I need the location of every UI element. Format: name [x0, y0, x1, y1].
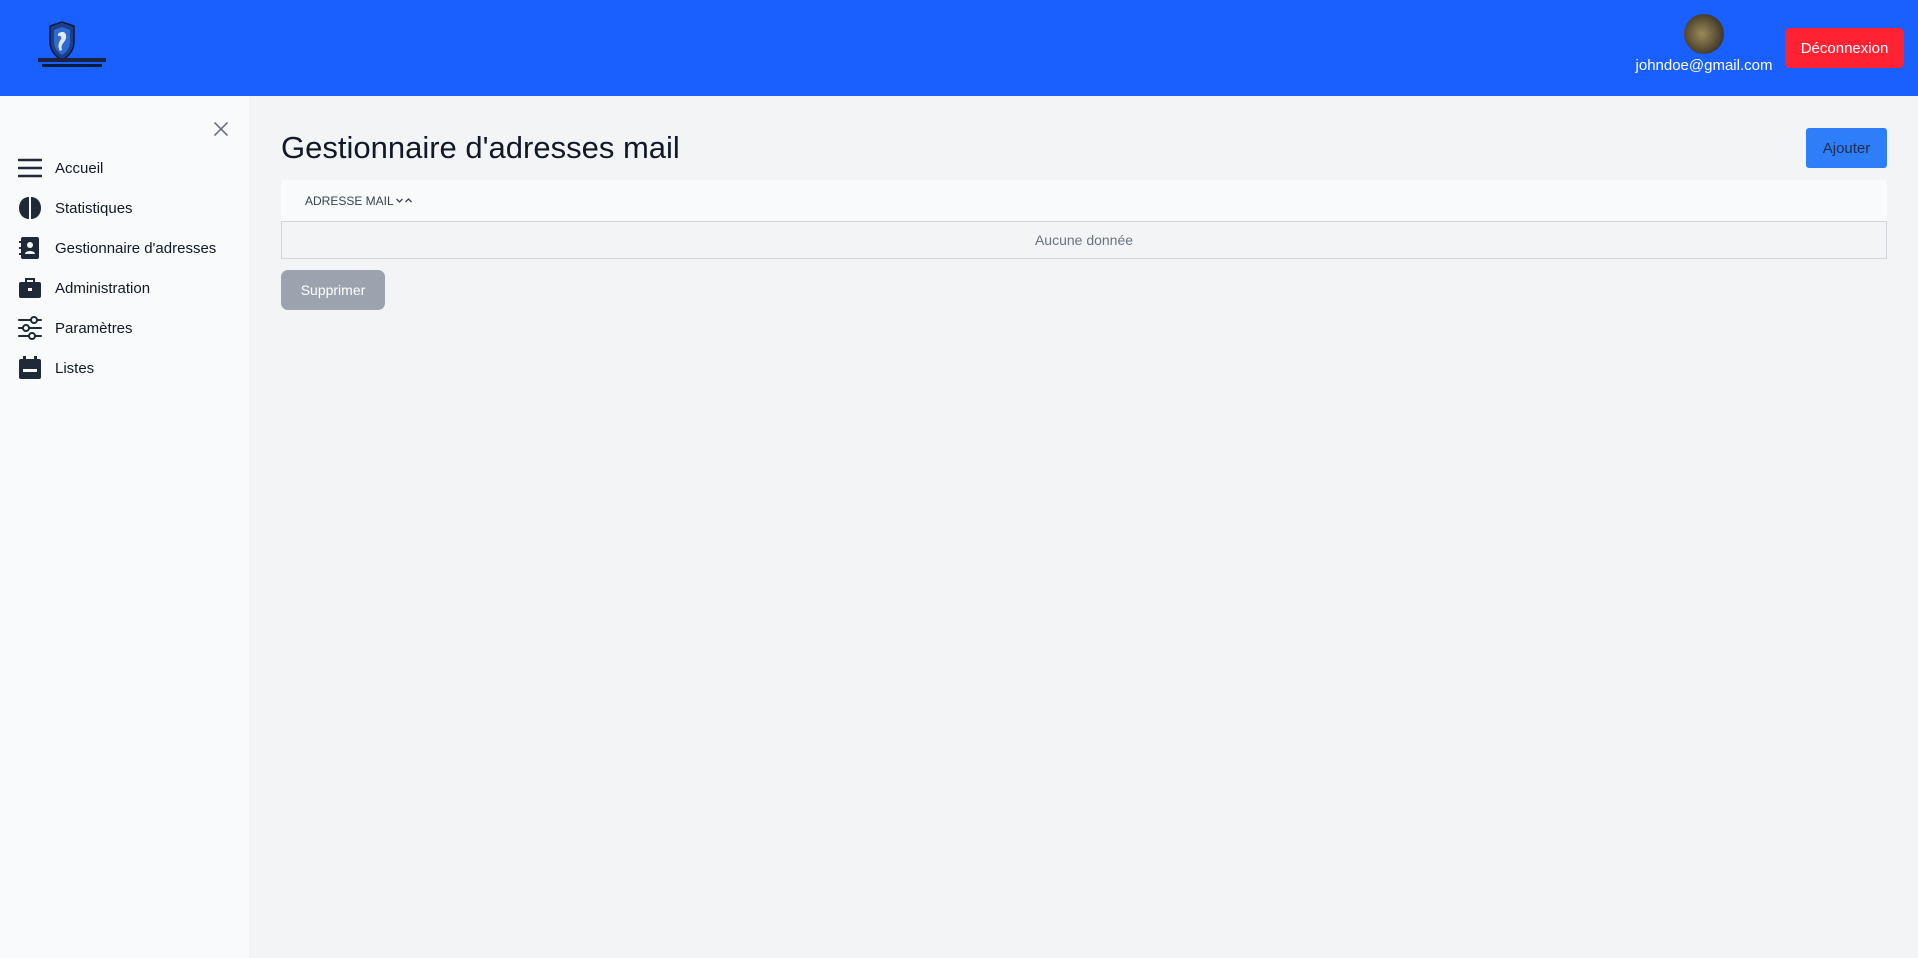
- sidebar-item-label: Listes: [55, 359, 95, 377]
- sidebar-item-administration[interactable]: Administration: [0, 268, 249, 308]
- sidebar-item-accueil[interactable]: Accueil: [0, 148, 249, 188]
- sidebar-nav: Accueil Statistiques Gestionnaire d'adre…: [0, 148, 249, 388]
- shield-logo[interactable]: [36, 20, 108, 76]
- table-body: Aucune donnée: [281, 221, 1887, 259]
- sidebar: Accueil Statistiques Gestionnaire d'adre…: [0, 96, 249, 958]
- chevron-down-icon[interactable]: [395, 196, 404, 205]
- sidebar-item-gestionnaire-adresses[interactable]: Gestionnaire d'adresses: [0, 228, 249, 268]
- email-table: ADRESSE MAIL Aucune donnée: [281, 180, 1887, 259]
- sliders-icon: [18, 316, 42, 340]
- avatar[interactable]: [1684, 14, 1724, 54]
- sort-control[interactable]: [395, 196, 413, 205]
- sidebar-item-label: Gestionnaire d'adresses: [55, 239, 217, 257]
- sidebar-item-listes[interactable]: Listes: [0, 348, 249, 388]
- chevron-up-icon[interactable]: [404, 196, 413, 205]
- delete-button[interactable]: Supprimer: [281, 270, 385, 310]
- column-header-email[interactable]: ADRESSE MAIL: [305, 194, 394, 208]
- close-icon[interactable]: [210, 118, 232, 140]
- calendar-icon: [18, 356, 42, 380]
- user-menu[interactable]: johndoe@gmail.com: [1628, 14, 1780, 74]
- sidebar-item-statistiques[interactable]: Statistiques: [0, 188, 249, 228]
- brain-icon: [18, 196, 42, 220]
- empty-state: Aucune donnée: [1034, 232, 1134, 248]
- user-email: johndoe@gmail.com: [1635, 57, 1773, 74]
- briefcase-icon: [18, 276, 42, 300]
- top-bar: johndoe@gmail.com Déconnexion: [0, 0, 1918, 96]
- sidebar-item-label: Statistiques: [55, 199, 133, 217]
- address-book-icon: [18, 236, 42, 260]
- sidebar-item-label: Accueil: [55, 159, 104, 177]
- add-button[interactable]: Ajouter: [1806, 128, 1887, 168]
- menu-icon: [18, 156, 42, 180]
- sidebar-item-label: Paramètres: [55, 319, 133, 337]
- sidebar-item-parametres[interactable]: Paramètres: [0, 308, 249, 348]
- logout-button[interactable]: Déconnexion: [1785, 28, 1904, 68]
- table-header: ADRESSE MAIL: [281, 180, 1887, 221]
- sidebar-item-label: Administration: [55, 279, 151, 297]
- page-title: Gestionnaire d'adresses mail: [281, 130, 680, 165]
